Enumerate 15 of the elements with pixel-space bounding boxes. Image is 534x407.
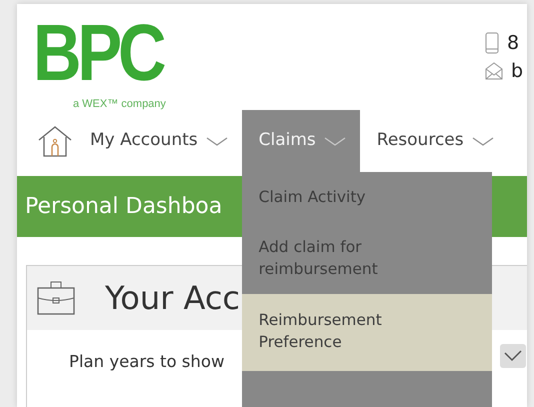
checkbox[interactable] <box>500 344 526 368</box>
chevron-down-icon <box>206 136 228 146</box>
filter-label: Plan years to show <box>69 350 224 373</box>
envelope-icon <box>485 62 503 80</box>
chevron-down-icon <box>324 136 346 146</box>
home-icon[interactable] <box>37 125 73 157</box>
checkmark-icon <box>504 350 522 362</box>
menu-item[interactable]: Reimbursement Preference <box>242 294 492 371</box>
phone-icon <box>485 32 499 54</box>
email-link[interactable]: b <box>511 60 524 82</box>
logo-tagline: a WEX™ company <box>73 97 167 111</box>
chevron-down-icon <box>472 136 494 146</box>
briefcase-icon <box>37 281 75 315</box>
phone-number: 8 <box>507 32 520 54</box>
card-title: Your Acc <box>105 278 240 319</box>
